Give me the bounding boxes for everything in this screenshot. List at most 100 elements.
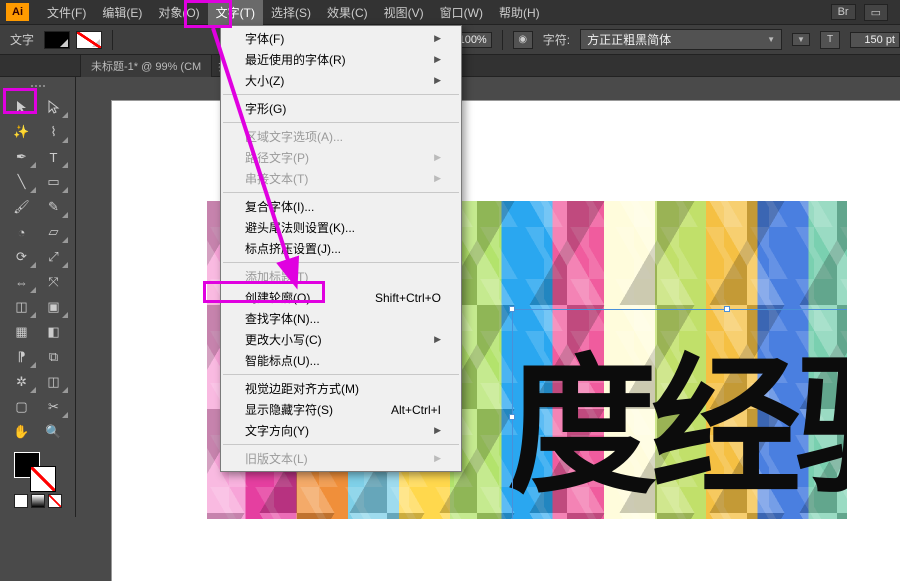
fill-stroke-indicator[interactable]	[0, 450, 75, 492]
menu-type[interactable]: 文字(T)	[208, 0, 263, 25]
tool-type[interactable]: T	[38, 145, 69, 169]
menu-separator	[223, 94, 459, 95]
tool-lasso[interactable]: ⌇	[38, 120, 69, 144]
menu-window[interactable]: 窗口(W)	[432, 0, 491, 25]
menu-item-大小Z[interactable]: 大小(Z)▶	[221, 70, 461, 91]
selection-bounding-box[interactable]	[512, 309, 847, 519]
menu-item-避头尾法则设置K[interactable]: 避头尾法则设置(K)...	[221, 217, 461, 238]
menu-separator	[223, 122, 459, 123]
submenu-arrow-icon: ▶	[434, 173, 441, 184]
handle-mid-left[interactable]	[509, 414, 515, 420]
menu-help[interactable]: 帮助(H)	[491, 0, 548, 25]
menu-item-shortcut: Shift+Ctrl+O	[375, 291, 441, 305]
tool-pen[interactable]: ✒	[6, 145, 37, 169]
handle-top-center[interactable]	[724, 306, 730, 312]
menu-item-label: 复合字体(I)...	[245, 198, 314, 215]
recolor-icon[interactable]: ◉	[513, 31, 533, 49]
drawmode-color[interactable]	[14, 494, 28, 508]
tool-zoom[interactable]: 🔍	[38, 420, 69, 444]
submenu-arrow-icon: ▶	[434, 334, 441, 345]
menu-separator	[223, 374, 459, 375]
drawmode-none[interactable]	[48, 494, 62, 508]
tool-blob[interactable]: ◔	[6, 220, 37, 244]
character-label: 字符:	[543, 31, 570, 48]
menu-item-label: 大小(Z)	[245, 72, 284, 89]
menu-item-字形G[interactable]: 字形(G)	[221, 98, 461, 119]
tool-width[interactable]: ⇔	[6, 270, 37, 294]
tool-gradient[interactable]: ◧	[38, 320, 69, 344]
tool-direct-selection[interactable]	[38, 95, 69, 119]
tool-graph[interactable]: ◫	[38, 370, 69, 394]
submenu-arrow-icon: ▶	[434, 33, 441, 44]
panel-grip[interactable]	[0, 81, 75, 91]
menu-separator	[223, 262, 459, 263]
menu-item-label: 文字方向(Y)	[245, 422, 309, 439]
canvas[interactable]: 度经验	[76, 77, 900, 517]
tool-slice[interactable]: ✂	[38, 395, 69, 419]
menu-item-shortcut: Alt+Ctrl+I	[391, 403, 441, 417]
font-family-dropdown[interactable]: 方正正粗黑简体 ▼	[580, 29, 782, 50]
menu-item-文字方向Y[interactable]: 文字方向(Y)▶	[221, 420, 461, 441]
menubar: Ai 文件(F) 编辑(E) 对象(O) 文字(T) 选择(S) 效果(C) 视…	[0, 0, 900, 25]
tool-magic-wand[interactable]: ✨	[6, 120, 37, 144]
menu-item-label: 更改大小写(C)	[245, 331, 322, 348]
tool-blend[interactable]: ⧉	[38, 345, 69, 369]
font-style-dropdown[interactable]: ▼	[792, 33, 810, 46]
menu-item-复合字体I[interactable]: 复合字体(I)...	[221, 196, 461, 217]
menu-effect[interactable]: 效果(C)	[319, 0, 376, 25]
fill-swatch[interactable]	[44, 31, 70, 49]
separator	[112, 30, 113, 50]
menu-edit[interactable]: 编辑(E)	[94, 0, 150, 25]
menu-item-查找字体N[interactable]: 查找字体(N)...	[221, 308, 461, 329]
tool-perspective[interactable]: ▣	[38, 295, 69, 319]
menu-item-label: 字体(F)	[245, 30, 284, 47]
tool-rectangle[interactable]: ▭	[38, 170, 69, 194]
document-tab[interactable]: 未标题-1* @ 99% (CM	[80, 54, 212, 77]
tool-artboard[interactable]: ▢	[6, 395, 37, 419]
stroke-color[interactable]	[30, 466, 56, 492]
tool-line[interactable]: ╲	[6, 170, 37, 194]
tool-rotate[interactable]: ⟳	[6, 245, 37, 269]
menu-item-路径文字P: 路径文字(P)▶	[221, 147, 461, 168]
menu-item-label: 旧版文本(L)	[245, 450, 308, 467]
menu-item-字体F[interactable]: 字体(F) ▶	[221, 28, 461, 49]
menu-item-标点挤压设置J[interactable]: 标点挤压设置(J)...	[221, 238, 461, 259]
tool-paintbrush[interactable]: 🖌	[6, 195, 37, 219]
stroke-swatch[interactable]	[76, 31, 102, 49]
menu-select[interactable]: 选择(S)	[263, 0, 319, 25]
menu-separator	[223, 192, 459, 193]
drawmode-gradient[interactable]	[31, 494, 45, 508]
tool-eyedropper[interactable]: ⁋	[6, 345, 37, 369]
menu-item-label: 串接文本(T)	[245, 170, 308, 187]
menubar-extra-icon[interactable]: ▭	[864, 4, 888, 21]
document-tab-label: 未标题-1* @ 99% (CM	[91, 58, 201, 74]
tool-shape-builder[interactable]: ◫	[6, 295, 37, 319]
menu-item-视觉边距对齐方式M[interactable]: 视觉边距对齐方式(M)	[221, 378, 461, 399]
tool-eraser[interactable]: ▱	[38, 220, 69, 244]
menu-item-创建轮廓O[interactable]: 创建轮廓(O) Shift+Ctrl+O	[221, 287, 461, 308]
tool-symbol-spray[interactable]: ✲	[6, 370, 37, 394]
tool-mesh[interactable]: ▦	[6, 320, 37, 344]
menu-item-更改大小写C[interactable]: 更改大小写(C) ▶	[221, 329, 461, 350]
menu-item-显示隐藏字符S[interactable]: 显示隐藏字符(S)Alt+Ctrl+I	[221, 399, 461, 420]
handle-top-left[interactable]	[509, 306, 515, 312]
menu-item-label: 创建轮廓(O)	[245, 289, 310, 306]
tool-free-transform[interactable]: ⤧	[38, 270, 69, 294]
menu-item-最近使用的字体R[interactable]: 最近使用的字体(R)▶	[221, 49, 461, 70]
menu-separator	[223, 444, 459, 445]
menu-file[interactable]: 文件(F)	[39, 0, 94, 25]
menu-item-label: 避头尾法则设置(K)...	[245, 219, 355, 236]
menu-object[interactable]: 对象(O)	[150, 0, 207, 25]
tool-selection[interactable]	[6, 95, 37, 119]
font-size-field[interactable]: 150 pt	[850, 32, 900, 48]
chevron-down-icon: ▼	[767, 35, 775, 44]
separator	[502, 30, 503, 50]
bridge-chip[interactable]: Br	[831, 4, 856, 20]
tool-scale[interactable]: ⤢	[38, 245, 69, 269]
tool-hand[interactable]: ✋	[6, 420, 37, 444]
menu-view[interactable]: 视图(V)	[376, 0, 432, 25]
type-menu-dropdown: 字体(F)▶最近使用的字体(R)▶大小(Z)▶字形(G)区域文字选项(A)...…	[220, 25, 462, 472]
selection-label: 文字	[10, 31, 34, 48]
tool-pencil[interactable]: ✎	[38, 195, 69, 219]
menu-item-智能标点U[interactable]: 智能标点(U)...	[221, 350, 461, 371]
